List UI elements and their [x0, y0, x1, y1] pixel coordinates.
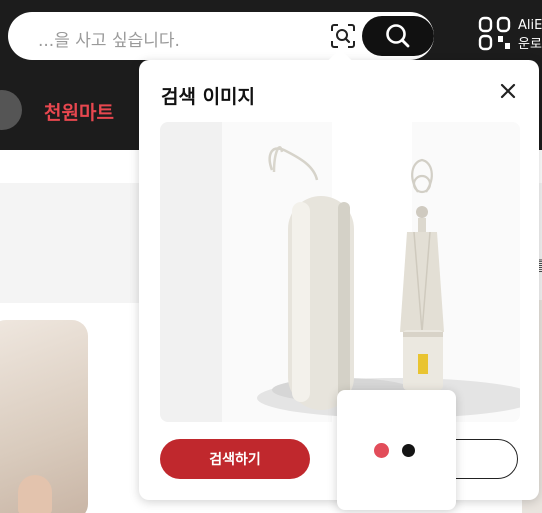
image-search-button[interactable]: 검색하기 [160, 439, 310, 479]
loading-indicator [337, 390, 456, 510]
account-link[interactable]: AliE 운로 [518, 16, 542, 54]
loading-dot-black [402, 444, 415, 457]
search-image-preview [160, 122, 520, 422]
close-icon[interactable] [499, 82, 517, 100]
search-button[interactable] [362, 16, 434, 56]
search-icon [386, 24, 410, 48]
account-line-1: AliE [518, 18, 542, 33]
search-input[interactable]: ...을 사고 싶습니다. [38, 26, 180, 51]
product-card-detail [18, 475, 52, 513]
nav-item-1000-mart[interactable]: 천원마트 [44, 98, 114, 125]
nav-category-icon[interactable] [0, 90, 22, 130]
search-bar[interactable]: ...을 사고 싶습니다. [8, 12, 434, 60]
loading-dot-red [374, 443, 389, 458]
qr-code-icon[interactable] [478, 16, 511, 51]
camera-scan-icon[interactable] [330, 23, 356, 49]
account-line-2: 운로 [518, 37, 542, 52]
popup-title: 검색 이미지 [161, 86, 256, 108]
umbrella-product-image [222, 122, 520, 422]
